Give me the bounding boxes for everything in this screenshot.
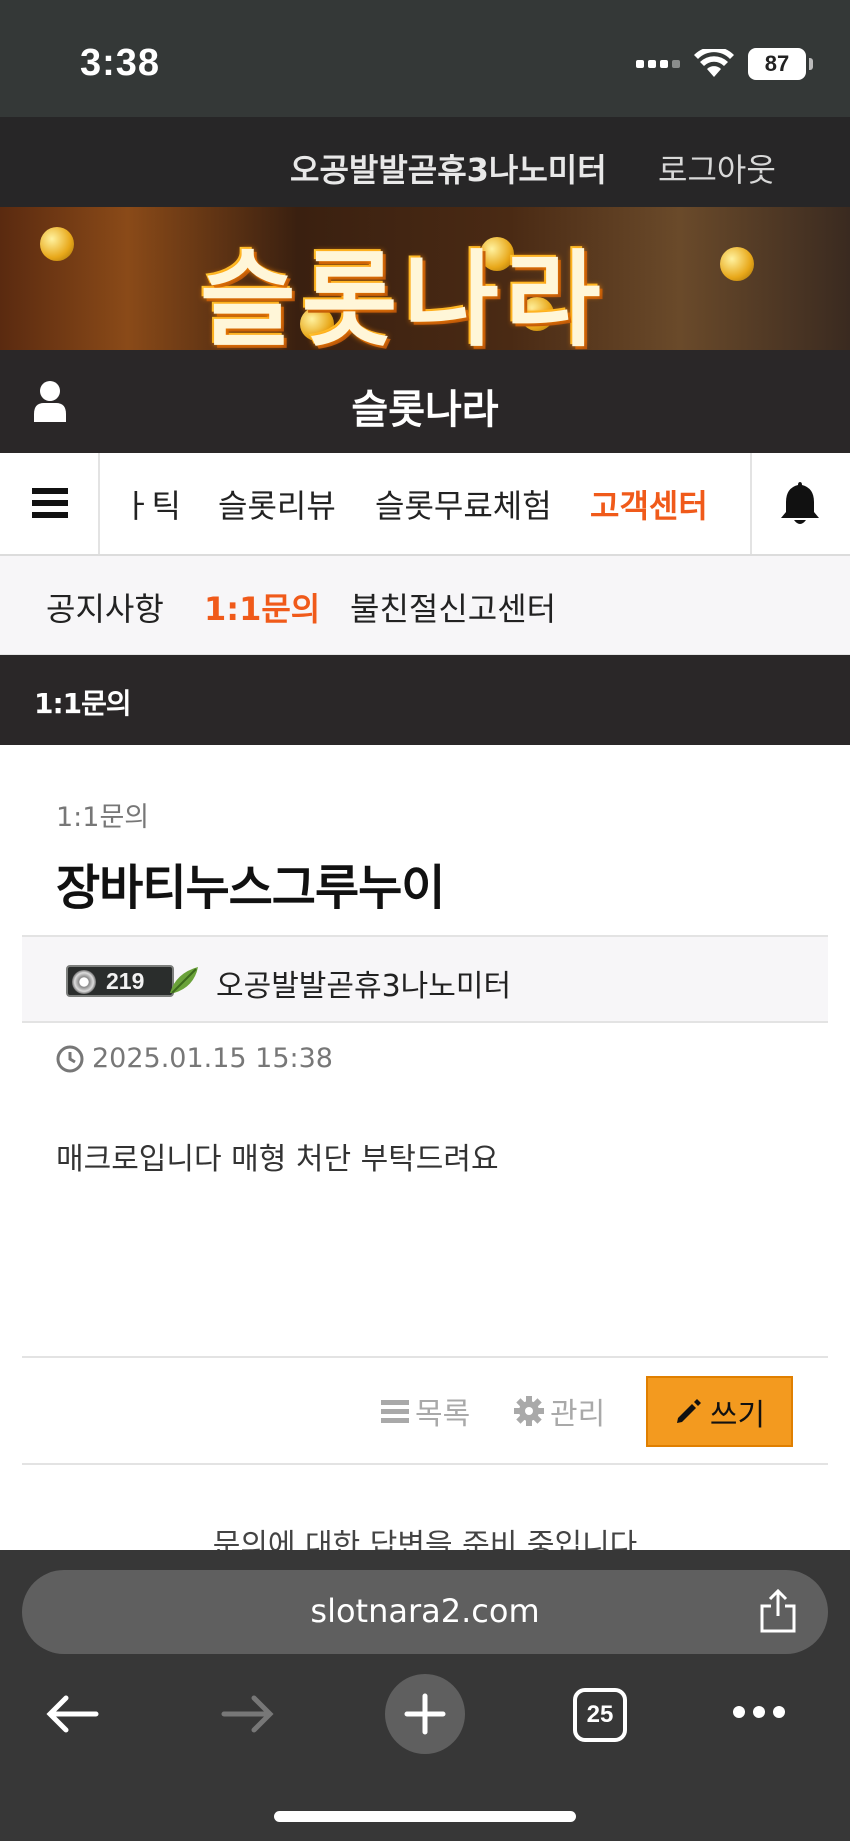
gear-icon: [514, 1396, 544, 1426]
plus-icon: [404, 1693, 446, 1735]
new-tab-button[interactable]: [385, 1674, 465, 1754]
bell-button[interactable]: [750, 453, 850, 554]
post-body: 매크로입니다 매형 처단 부탁드려요: [56, 1142, 499, 1177]
clock-icon: [56, 1045, 84, 1072]
author-row: 219 오공발발곧휴3나노미터: [22, 935, 828, 1023]
write-button[interactable]: 쓰기: [646, 1376, 793, 1447]
post-title: 장바티누스그루누이: [56, 860, 445, 916]
address-bar[interactable]: slotnara2.com: [22, 1570, 828, 1654]
sub-nav-inquiry[interactable]: 1:1문의: [204, 584, 320, 630]
home-indicator: [274, 1811, 576, 1822]
post-category: 1:1문의: [56, 802, 150, 833]
banner-title: 슬롯나라: [200, 239, 607, 350]
main-nav-items: ㅏ틱 슬롯리뷰 슬롯무료체험 고객센터: [102, 453, 748, 554]
forward-arrow-icon[interactable]: [220, 1692, 276, 1736]
status-icons: 87: [636, 48, 813, 80]
coin-decoration: [720, 247, 754, 281]
author-name[interactable]: 오공발발곧휴3나노미터: [216, 961, 511, 1005]
write-button-label: 쓰기: [709, 1397, 766, 1433]
top-username-link[interactable]: 오공발발곧휴3나노미터: [290, 145, 607, 191]
more-icon[interactable]: [733, 1706, 785, 1718]
site-header: 슬롯나라: [0, 350, 850, 453]
nav-item-customer-center[interactable]: 고객센터: [590, 481, 708, 527]
status-bar: 3:38 87: [0, 0, 850, 117]
level-number: 219: [106, 968, 145, 994]
sub-nav-complaint-center[interactable]: 불친절신고센터: [350, 584, 556, 630]
status-time: 3:38: [80, 42, 161, 84]
bell-icon: [781, 482, 819, 524]
divider: [22, 1356, 828, 1358]
coin-decoration: [40, 227, 74, 261]
battery-icon: 87: [748, 48, 813, 80]
divider: [22, 1463, 828, 1465]
logout-link[interactable]: 로그아웃: [658, 145, 776, 191]
nav-item-partial[interactable]: ㅏ틱: [122, 481, 181, 527]
share-icon[interactable]: [756, 1588, 800, 1634]
leaf-icon: [170, 967, 198, 994]
nav-item-slot-review[interactable]: 슬롯리뷰: [218, 481, 336, 527]
page-heading-text: 1:1문의: [34, 687, 132, 720]
wifi-icon: [694, 49, 734, 77]
browser-toolbar: slotnara2.com 25: [0, 1550, 850, 1841]
level-gear-icon: [72, 970, 96, 994]
page-heading: 1:1문의: [0, 655, 850, 745]
nav-item-free-slot-trial[interactable]: 슬롯무료체험: [375, 481, 552, 527]
url-text: slotnara2.com: [310, 1592, 540, 1630]
pencil-icon: [676, 1398, 701, 1423]
site-banner[interactable]: 슬롯나라: [0, 207, 850, 350]
list-icon: [381, 1400, 409, 1423]
menu-icon[interactable]: [0, 453, 100, 554]
post-date: 2025.01.15 15:38: [92, 1043, 333, 1074]
admin-button[interactable]: 관리: [514, 1389, 605, 1433]
admin-button-label: 관리: [550, 1397, 606, 1432]
site-title[interactable]: 슬롯나라: [0, 377, 850, 435]
top-user-bar: 오공발발곧휴3나노미터 로그아웃: [0, 117, 850, 207]
back-arrow-icon[interactable]: [44, 1692, 100, 1736]
sub-nav-notice[interactable]: 공지사항: [46, 584, 164, 630]
signal-icon: [636, 60, 680, 68]
list-button-label: 목록: [415, 1397, 471, 1432]
tabs-icon[interactable]: 25: [573, 1688, 627, 1742]
post-date-row: 2025.01.15 15:38: [56, 1043, 333, 1074]
main-nav: ㅏ틱 슬롯리뷰 슬롯무료체험 고객센터: [0, 453, 850, 556]
sub-nav: 공지사항 1:1문의 불친절신고센터: [0, 556, 850, 655]
level-badge: 219: [66, 965, 174, 997]
list-button[interactable]: 목록: [381, 1389, 470, 1433]
